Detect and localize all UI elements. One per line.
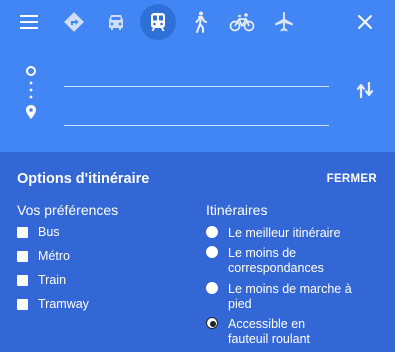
directions-panel: Options d'itinéraire FERMER Vos préféren… bbox=[0, 0, 395, 352]
preference-label: Bus bbox=[38, 225, 60, 239]
radio-button[interactable] bbox=[206, 246, 218, 258]
checkbox[interactable] bbox=[17, 274, 28, 286]
checkbox[interactable] bbox=[17, 226, 28, 238]
itinerary-fewer-transfers[interactable]: Le moins de correspondances bbox=[206, 246, 376, 276]
mode-driving-button[interactable] bbox=[98, 4, 134, 40]
preference-label: Métro bbox=[38, 249, 70, 263]
close-icon bbox=[358, 15, 372, 29]
swap-icon bbox=[356, 82, 374, 98]
origin-input[interactable] bbox=[64, 64, 329, 87]
preference-metro[interactable]: Métro bbox=[17, 248, 70, 264]
destination-input[interactable] bbox=[64, 103, 329, 126]
checkbox[interactable] bbox=[17, 250, 28, 262]
plane-icon bbox=[275, 11, 293, 32]
itinerary-label: Le moins de correspondances bbox=[228, 246, 324, 275]
bike-icon bbox=[229, 13, 255, 32]
itineraries-title: Itinéraires bbox=[206, 202, 268, 218]
itinerary-label: Accessible en fauteuil roulant bbox=[228, 317, 311, 346]
swap-route-button[interactable] bbox=[347, 72, 383, 108]
itinerary-label: Le meilleur itinéraire bbox=[228, 226, 341, 240]
route-markers bbox=[26, 66, 36, 119]
radio-button-checked[interactable] bbox=[206, 317, 218, 329]
directions-header bbox=[0, 0, 395, 152]
mode-walking-button[interactable] bbox=[182, 4, 218, 40]
radio-button[interactable] bbox=[206, 226, 218, 238]
mode-best-route-button[interactable] bbox=[56, 4, 92, 40]
preference-label: Train bbox=[38, 273, 67, 287]
preference-bus[interactable]: Bus bbox=[17, 224, 60, 240]
directions-icon bbox=[64, 12, 84, 32]
menu-icon bbox=[20, 15, 38, 29]
walk-icon bbox=[195, 11, 207, 33]
origin-marker-icon bbox=[26, 66, 36, 76]
destination-pin-icon bbox=[26, 105, 36, 119]
preference-train[interactable]: Train bbox=[17, 272, 66, 288]
mode-transit-button[interactable] bbox=[140, 4, 176, 40]
preference-tramway[interactable]: Tramway bbox=[17, 296, 89, 312]
itinerary-label: Le moins de marche à pied bbox=[228, 282, 352, 311]
close-directions-button[interactable] bbox=[347, 4, 383, 40]
radio-button[interactable] bbox=[206, 282, 218, 294]
itinerary-best[interactable]: Le meilleur itinéraire bbox=[206, 226, 376, 241]
route-options-panel: Options d'itinéraire FERMER Vos préféren… bbox=[0, 152, 395, 352]
transit-icon bbox=[151, 13, 165, 31]
travel-mode-bar bbox=[0, 0, 395, 46]
route-options-title: Options d'itinéraire bbox=[17, 171, 150, 187]
car-icon bbox=[109, 15, 123, 30]
checkbox[interactable] bbox=[17, 298, 28, 310]
itinerary-wheelchair-accessible[interactable]: Accessible en fauteuil roulant bbox=[206, 317, 376, 347]
mode-cycling-button[interactable] bbox=[224, 4, 260, 40]
mode-flights-button[interactable] bbox=[266, 4, 302, 40]
menu-button[interactable] bbox=[11, 4, 47, 40]
close-options-button[interactable]: FERMER bbox=[327, 173, 377, 185]
itinerary-less-walking[interactable]: Le moins de marche à pied bbox=[206, 282, 376, 312]
preferences-title: Vos préférences bbox=[17, 202, 119, 218]
preference-label: Tramway bbox=[38, 297, 89, 311]
